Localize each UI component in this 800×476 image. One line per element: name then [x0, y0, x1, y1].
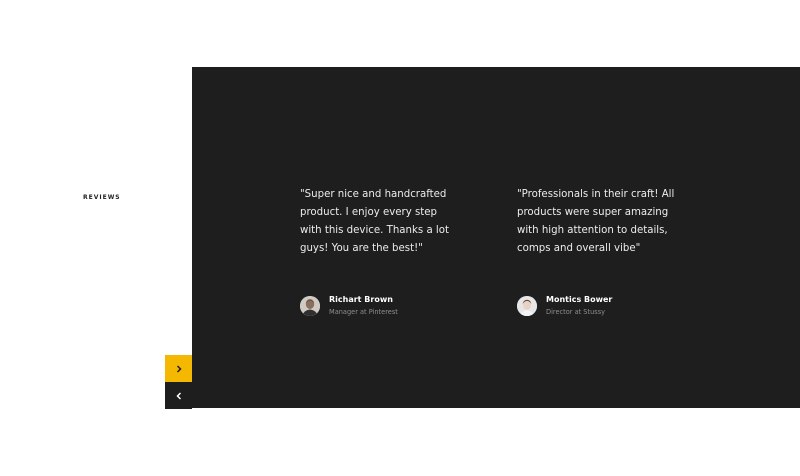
review-quote: "Professionals in their craft! All produ…: [517, 189, 675, 254]
review-card: "Super nice and handcrafted product. I e…: [300, 186, 460, 316]
author-role: Director at Stussy: [546, 308, 606, 316]
author-role: Manager at Pinterest: [329, 308, 398, 316]
author-name: Montics Bower: [546, 295, 613, 304]
section-label: REVIEWS: [83, 194, 121, 201]
review-author: Richart Brown Manager at Pinterest: [300, 294, 500, 317]
review-quote: "Super nice and handcrafted product. I e…: [300, 189, 449, 254]
chevron-right-icon: [176, 364, 182, 373]
review-card: "Professionals in their craft! All produ…: [517, 186, 677, 316]
previous-review-button[interactable]: [165, 382, 192, 409]
avatar: [300, 295, 320, 316]
review-author: Montics Bower Director at Stussy: [517, 294, 717, 317]
chevron-left-icon: [175, 391, 181, 400]
reviews-section: REVIEWS "Super nice and handcrafted prod…: [0, 0, 800, 476]
avatar: [517, 295, 537, 316]
reviews-panel: "Super nice and handcrafted product. I e…: [192, 67, 800, 408]
author-name: Richart Brown: [329, 295, 393, 304]
next-review-button[interactable]: [165, 355, 192, 382]
